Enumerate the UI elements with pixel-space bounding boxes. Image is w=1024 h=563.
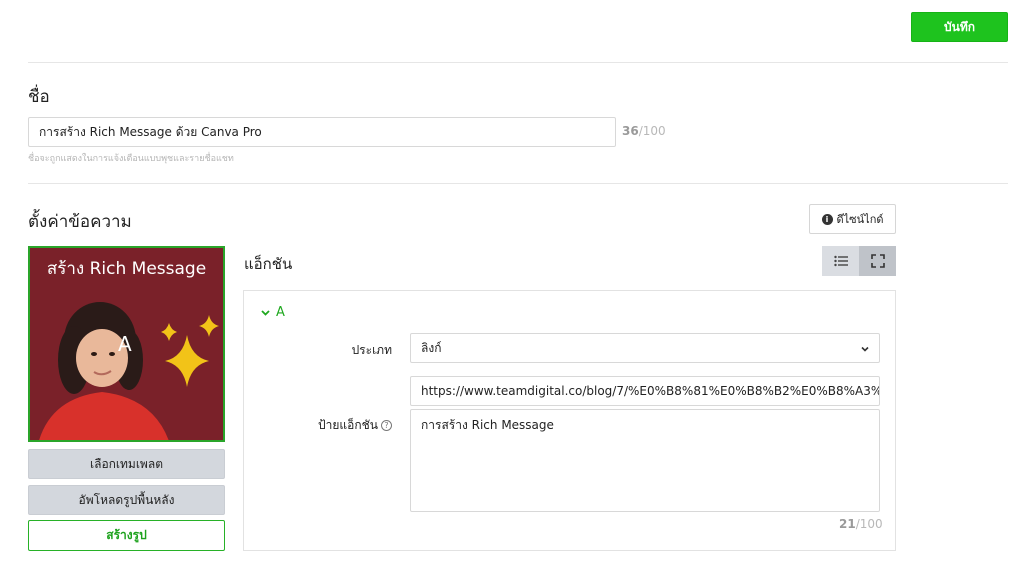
- name-section-title: ชื่อ: [28, 87, 50, 107]
- create-image-button[interactable]: สร้างรูป: [28, 520, 225, 551]
- type-label: ประเภท: [351, 343, 392, 357]
- preview-area-letter: A: [118, 332, 132, 356]
- action-label-max: /100: [855, 517, 883, 531]
- name-char-count: 36: [622, 124, 639, 138]
- divider: [28, 62, 1008, 63]
- name-char-max: /100: [638, 124, 666, 138]
- info-icon: i: [821, 213, 833, 225]
- upload-background-button[interactable]: อัพโหลดรูปพื้นหลัง: [28, 485, 225, 515]
- name-input[interactable]: การสร้าง Rich Message ด้วย Canva Pro: [28, 117, 616, 147]
- name-hint: ชื่อจะถูกแสดงในการแจ้งเตือนแบบพุชและรายช…: [28, 154, 234, 164]
- area-a-toggle[interactable]: A: [261, 305, 285, 320]
- action-label-text: ป้ายแอ็กชัน: [318, 418, 378, 432]
- sparkle-icon: [161, 315, 219, 387]
- design-guide-label: ดีไซน์ไกด์: [836, 213, 884, 226]
- divider: [28, 183, 1008, 184]
- type-select[interactable]: ลิงก์: [410, 333, 880, 363]
- list-icon: [833, 255, 848, 267]
- action-label-textarea[interactable]: การสร้าง Rich Message: [410, 409, 880, 512]
- type-select-value: ลิงก์: [421, 341, 442, 355]
- select-caret-icon: [861, 334, 869, 362]
- preview-title: สร้าง Rich Message: [46, 259, 207, 279]
- action-label-field-label: ป้ายแอ็กชัน?: [284, 416, 392, 435]
- message-settings-title: ตั้งค่าข้อความ: [28, 212, 132, 232]
- view-toggle: [822, 246, 896, 276]
- list-view-button[interactable]: [822, 246, 859, 276]
- fullscreen-view-button[interactable]: [859, 246, 896, 276]
- help-icon[interactable]: ?: [381, 420, 392, 431]
- action-heading: แอ็กชัน: [244, 255, 293, 273]
- chevron-down-icon: [261, 309, 270, 316]
- save-button[interactable]: บันทึก: [911, 12, 1008, 42]
- fullscreen-icon: [870, 254, 885, 268]
- action-panel: A ประเภท ลิงก์ https://www.teamdigital.c…: [243, 290, 896, 551]
- action-label-count: 21: [839, 517, 856, 531]
- url-input[interactable]: https://www.teamdigital.co/blog/7/%E0%B8…: [410, 376, 880, 406]
- name-char-counter: 36/100: [622, 124, 666, 138]
- select-template-button[interactable]: เลือกเทมเพลต: [28, 449, 225, 479]
- area-label: A: [276, 305, 285, 320]
- design-guide-button[interactable]: i ดีไซน์ไกด์: [809, 204, 896, 234]
- rich-message-preview[interactable]: สร้าง Rich Message A: [28, 246, 225, 442]
- action-label-counter: 21/100: [839, 517, 883, 531]
